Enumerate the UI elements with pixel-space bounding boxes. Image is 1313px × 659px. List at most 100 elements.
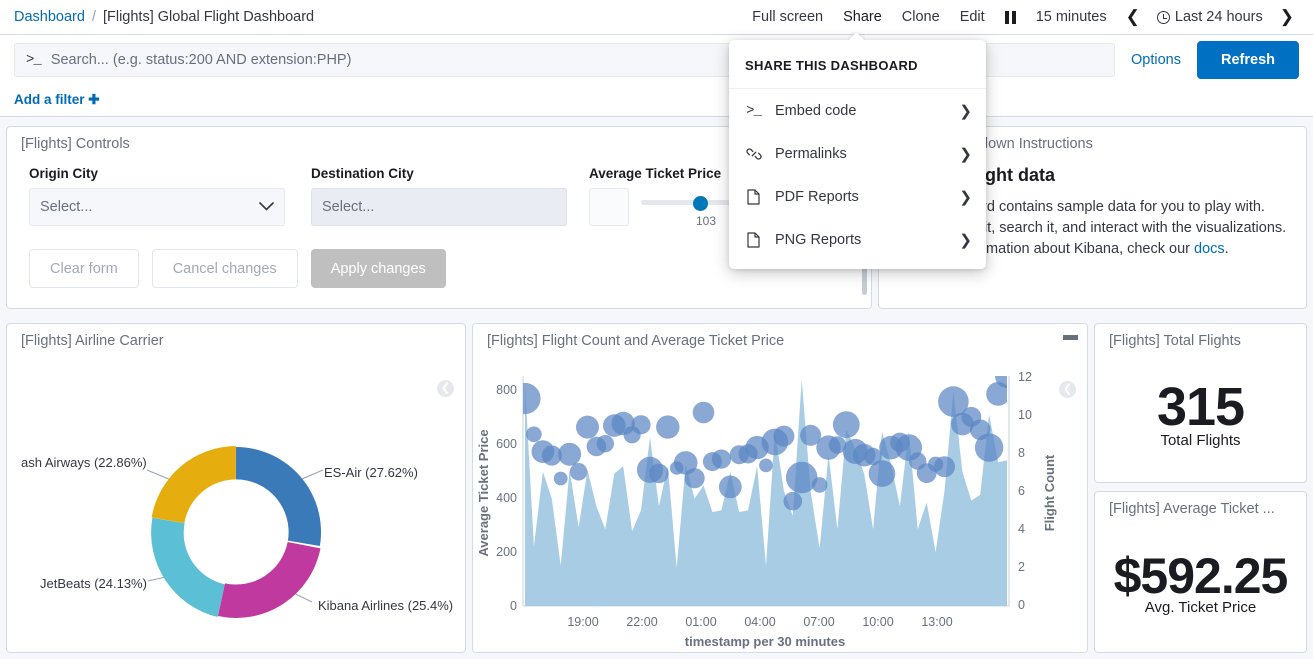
price-slider-value: 103: [696, 214, 716, 228]
bubble-point: [869, 460, 896, 487]
svg-text:10: 10: [1018, 408, 1032, 422]
share-item-embed-code[interactable]: >_ Embed code ❯: [729, 89, 986, 132]
dashboard-app: Dashboard / [Flights] Global Flight Dash…: [0, 0, 1313, 659]
destination-city-label: Destination City: [311, 166, 567, 181]
add-filter-label: Add a filter: [14, 92, 85, 107]
average-ticket-value: $592.25: [1114, 551, 1288, 601]
clear-form-button[interactable]: Clear form: [29, 249, 139, 288]
bubble-point: [685, 468, 705, 488]
pie-slice-logstash-airways: [152, 445, 237, 524]
chevron-right-icon: ❯: [959, 145, 972, 163]
destination-city-value: Select...: [322, 199, 374, 215]
svg-text:12: 12: [1018, 370, 1032, 384]
bubble-point: [526, 427, 542, 443]
chevron-down-icon: [259, 199, 274, 215]
bubble-point: [719, 476, 742, 499]
total-flights-panel: [Flights] Total Flights 315 Total Flight…: [1094, 323, 1307, 483]
options-button[interactable]: Options: [1115, 52, 1197, 68]
pause-icon[interactable]: [995, 11, 1026, 24]
svg-text:800: 800: [496, 383, 517, 397]
add-filter-button[interactable]: Add a filter ✚: [14, 92, 100, 108]
search-placeholder: Search... (e.g. status:200 AND extension…: [51, 52, 352, 68]
share-popover-title: SHARE THIS DASHBOARD: [729, 40, 986, 89]
document-icon: [745, 189, 762, 205]
time-range-label: Last 24 hours: [1175, 0, 1263, 34]
bubble-point: [712, 450, 731, 469]
docs-link[interactable]: docs: [1194, 241, 1225, 257]
bubble-point: [975, 433, 1003, 461]
pie-slice-es-air: [236, 447, 321, 546]
svg-text:8: 8: [1018, 446, 1025, 460]
breadcrumb-separator: /: [92, 9, 96, 25]
bubble-point: [597, 435, 614, 452]
chevron-right-icon[interactable]: ❯: [1271, 0, 1303, 34]
pie-slice-jetbeats: [149, 518, 227, 617]
flight-count-area: [525, 380, 1007, 606]
breadcrumb: Dashboard / [Flights] Global Flight Dash…: [0, 9, 314, 25]
price-slider-knob[interactable]: [693, 196, 708, 211]
full-screen-button[interactable]: Full screen: [742, 0, 833, 34]
average-ticket-label: Avg. Ticket Price: [1145, 599, 1256, 616]
svg-text:4: 4: [1018, 522, 1025, 536]
panel-menu-icon[interactable]: [1064, 336, 1077, 339]
clone-button[interactable]: Clone: [892, 0, 950, 34]
y-axis-left-title: Average Ticket Price: [476, 429, 491, 556]
origin-city-value: Select...: [40, 199, 92, 215]
svg-text:2: 2: [1018, 560, 1025, 574]
clock-icon: [1157, 11, 1170, 24]
pie-label-es-air: ES-Air (27.62%): [324, 465, 418, 480]
query-prompt-icon: >_: [26, 52, 41, 68]
x-axis-title: timestamp per 30 minutes: [685, 634, 845, 649]
airline-carrier-title: [Flights] Airline Carrier: [7, 324, 465, 349]
apply-changes-button[interactable]: Apply changes: [311, 249, 446, 288]
svg-text:200: 200: [496, 545, 517, 559]
chevron-right-icon: ❯: [959, 102, 972, 120]
bubble-point: [812, 477, 828, 493]
pie-label-jetbeats: JetBeats (24.13%): [40, 576, 147, 591]
bubble-point: [649, 464, 669, 484]
bubble-point: [784, 492, 803, 511]
total-flights-value: 315: [1157, 380, 1244, 434]
flight-chart-svg: Average Ticket Price Flight Count timest…: [473, 354, 1087, 652]
share-item-permalinks-label: Permalinks: [775, 146, 847, 162]
breadcrumb-dashboard-link[interactable]: Dashboard: [14, 9, 85, 25]
share-item-png-reports[interactable]: PNG Reports ❯: [729, 218, 986, 261]
origin-city-select[interactable]: Select...: [29, 188, 285, 226]
bubble-point: [833, 411, 860, 438]
bubble-point: [656, 415, 679, 438]
share-button[interactable]: Share: [833, 0, 892, 34]
bubble-point: [554, 472, 568, 486]
top-nav-actions: Full screen Share Clone Edit 15 minutes …: [742, 0, 1313, 34]
bubble-point: [995, 364, 1019, 388]
time-range-selector[interactable]: Last 24 hours: [1149, 0, 1271, 34]
pie-label-logstash-airways: ash Airways (22.86%): [21, 455, 147, 470]
share-item-permalinks[interactable]: Permalinks ❯: [729, 132, 986, 175]
svg-text:01:00: 01:00: [685, 615, 716, 629]
filter-bar: Add a filter ✚: [0, 84, 1313, 117]
svg-text:13:00: 13:00: [921, 615, 952, 629]
origin-city-control: Origin City Select...: [29, 166, 285, 226]
x-axis-ticks: 19:00 22:00 01:00 04:00 07:00 10:00 13:0…: [567, 615, 952, 629]
destination-city-control: Destination City Select...: [311, 166, 567, 226]
bubble-point: [934, 456, 955, 477]
chart-plot-area: [509, 364, 1019, 606]
svg-text:10:00: 10:00: [862, 615, 893, 629]
price-input-box[interactable]: [589, 188, 629, 226]
chevron-right-icon: ❯: [959, 231, 972, 249]
plus-icon: ✚: [88, 92, 99, 107]
pie-label-kibana-airlines: Kibana Airlines (25.4%): [318, 598, 453, 613]
svg-text:6: 6: [1018, 484, 1025, 498]
edit-button[interactable]: Edit: [950, 0, 995, 34]
chevron-left-icon[interactable]: ❮: [1117, 0, 1149, 34]
share-popover: SHARE THIS DASHBOARD >_ Embed code ❯ Per…: [729, 40, 986, 269]
average-ticket-price-panel: [Flights] Average Ticket ... $592.25 Avg…: [1094, 491, 1307, 653]
refresh-button[interactable]: Refresh: [1197, 41, 1299, 79]
refresh-interval-label[interactable]: 15 minutes: [1026, 0, 1117, 34]
total-flights-metric: 315 Total Flights: [1095, 349, 1306, 479]
airline-carrier-panel: [Flights] Airline Carrier ❮ ash Airways …: [6, 323, 466, 653]
share-item-pdf-reports[interactable]: PDF Reports ❯: [729, 175, 986, 218]
markdown-line-3-post: .: [1225, 241, 1229, 257]
cancel-changes-button[interactable]: Cancel changes: [152, 249, 298, 288]
svg-text:22:00: 22:00: [626, 615, 657, 629]
destination-city-select[interactable]: Select...: [311, 188, 567, 226]
